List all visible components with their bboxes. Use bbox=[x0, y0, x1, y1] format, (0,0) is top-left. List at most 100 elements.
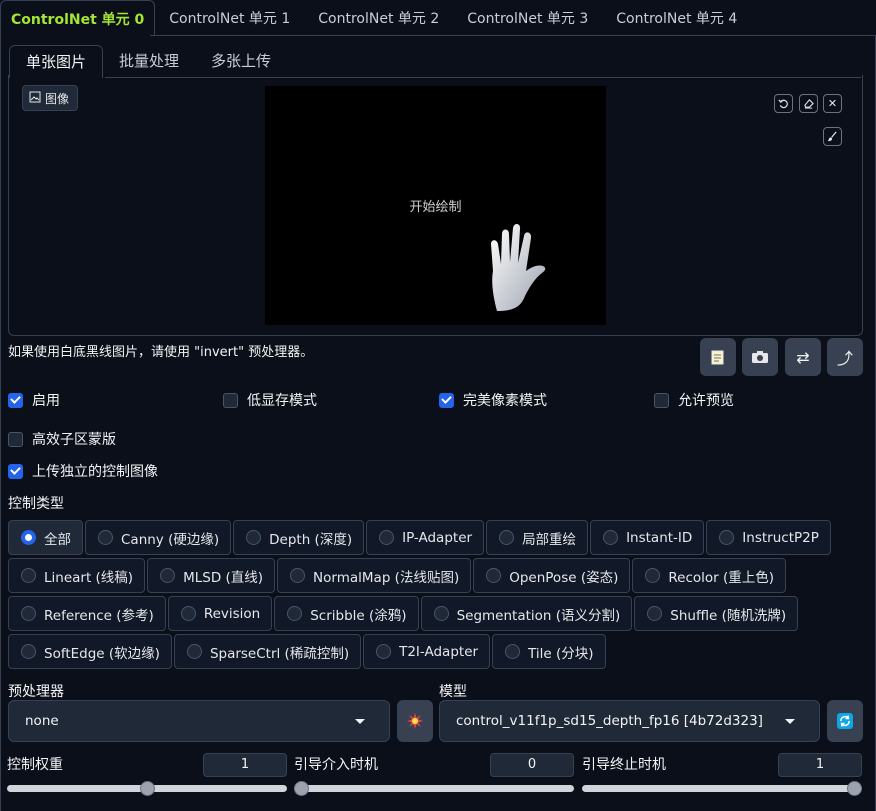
control-type-option[interactable]: SparseCtrl (稀疏控制) bbox=[173, 634, 362, 669]
control-type-option[interactable]: Instant-ID bbox=[590, 520, 705, 555]
control-type-option[interactable]: Shuffle (随机洗牌) bbox=[634, 596, 799, 631]
control-type-option[interactable]: Revision bbox=[167, 596, 273, 631]
preprocessor-select[interactable]: none bbox=[8, 700, 390, 742]
control-type-option[interactable]: 全部 bbox=[8, 520, 83, 555]
controlnet-panel: 单张图片 批量处理 多张上传 图像 开始绘制 ✕ 如果使用白底黑线图片，请使用 … bbox=[0, 35, 876, 811]
guidance-start-slider[interactable] bbox=[294, 785, 574, 792]
undo-button[interactable] bbox=[774, 94, 793, 113]
model-select[interactable]: control_v11f1p_sd15_depth_fp16 [4b72d323… bbox=[439, 700, 820, 742]
pixel-perfect-checkbox[interactable]: 完美像素模式 bbox=[439, 390, 547, 410]
control-type-option[interactable]: T2I-Adapter bbox=[363, 634, 491, 669]
radio-icon bbox=[505, 644, 521, 659]
input-mode-tabs: 单张图片 批量处理 多张上传 bbox=[9, 44, 861, 78]
send-dimensions-button[interactable]: ⤴ bbox=[827, 338, 863, 376]
camera-icon bbox=[752, 351, 768, 363]
control-weight-input[interactable]: 1 bbox=[203, 753, 287, 777]
webcam-button[interactable] bbox=[742, 338, 778, 376]
allow-preview-checkbox-box[interactable] bbox=[654, 392, 669, 408]
pixel-perfect-checkbox-box[interactable] bbox=[439, 392, 454, 408]
control-type-option[interactable]: SoftEdge (软边缘) bbox=[8, 634, 172, 669]
image-input-area[interactable]: 图像 开始绘制 ✕ bbox=[8, 75, 863, 336]
allow-preview-checkbox[interactable]: 允许预览 bbox=[654, 390, 734, 410]
upload-independent-checkbox-box[interactable] bbox=[8, 463, 23, 479]
control-type-option[interactable]: Tile (分块) bbox=[492, 634, 606, 669]
chevron-down-icon bbox=[785, 719, 795, 724]
guidance-start-input[interactable]: 0 bbox=[490, 753, 574, 777]
control-type-option[interactable]: Reference (参考) bbox=[8, 596, 166, 631]
tab-unit-2[interactable]: ControlNet 单元 2 bbox=[304, 0, 453, 36]
control-type-option[interactable]: MLSD (直线) bbox=[147, 558, 276, 593]
control-type-option[interactable]: Scribble (涂鸦) bbox=[274, 596, 419, 631]
control-type-option[interactable]: InstructP2P bbox=[706, 520, 831, 555]
enable-checkbox-label: 启用 bbox=[32, 393, 60, 409]
control-type-option-label: T2I-Adapter bbox=[399, 643, 479, 660]
mirror-webcam-button[interactable]: ⇄ bbox=[785, 338, 821, 376]
control-type-option[interactable]: 局部重绘 bbox=[486, 520, 589, 555]
control-type-row-3: Reference (参考) Revision Scribble (涂鸦) Se… bbox=[8, 596, 799, 631]
enable-checkbox-box[interactable] bbox=[8, 392, 23, 408]
tab-unit-3[interactable]: ControlNet 单元 3 bbox=[453, 0, 602, 36]
tab-unit-0[interactable]: ControlNet 单元 0 bbox=[0, 0, 156, 36]
low-vram-checkbox[interactable]: 低显存模式 bbox=[223, 390, 317, 410]
control-type-option[interactable]: Lineart (线稿) bbox=[8, 558, 146, 593]
control-type-option-label: OpenPose (姿态) bbox=[509, 569, 619, 586]
enable-checkbox[interactable]: 启用 bbox=[8, 390, 60, 410]
guidance-end-slider[interactable] bbox=[582, 785, 862, 792]
control-type-option-label: Instant-ID bbox=[626, 529, 693, 546]
tab-unit-4[interactable]: ControlNet 单元 4 bbox=[602, 0, 751, 36]
control-type-option[interactable]: IP-Adapter bbox=[366, 520, 485, 555]
explosion-icon bbox=[407, 713, 423, 729]
radio-icon bbox=[21, 606, 36, 621]
image-label: 图像 bbox=[22, 85, 79, 111]
control-type-option-label: Revision bbox=[203, 605, 261, 622]
control-type-option-label: Reference (参考) bbox=[44, 607, 154, 624]
efficient-mask-checkbox-label: 高效子区蒙版 bbox=[32, 432, 116, 448]
control-type-option-label: IP-Adapter bbox=[402, 529, 473, 546]
drawing-canvas[interactable]: 开始绘制 bbox=[265, 86, 606, 325]
control-type-label: 控制类型 bbox=[8, 496, 64, 512]
control-type-option-label: SparseCtrl (稀疏控制) bbox=[209, 645, 350, 662]
control-type-option-label: Recolor (重上色) bbox=[668, 569, 775, 586]
radio-icon bbox=[486, 568, 502, 583]
clear-button[interactable]: ✕ bbox=[823, 94, 842, 113]
radio-icon bbox=[645, 568, 661, 583]
image-icon bbox=[29, 91, 41, 106]
control-type-option[interactable]: Recolor (重上色) bbox=[632, 558, 787, 593]
control-weight-slider-thumb[interactable] bbox=[139, 781, 155, 796]
low-vram-checkbox-box[interactable] bbox=[223, 392, 238, 408]
tab-batch[interactable]: 批量处理 bbox=[103, 45, 195, 78]
up-arrow-icon: ⤴ bbox=[836, 349, 853, 368]
radio-icon bbox=[376, 644, 392, 659]
guidance-end-slider-thumb[interactable] bbox=[847, 781, 862, 796]
guidance-end-label: 引导终止时机 bbox=[582, 757, 666, 773]
radio-icon bbox=[290, 568, 306, 583]
control-type-option[interactable]: Depth (深度) bbox=[233, 520, 365, 555]
brush-button[interactable] bbox=[823, 127, 842, 146]
run-preprocessor-button[interactable] bbox=[397, 700, 433, 742]
guidance-end-input[interactable]: 1 bbox=[778, 753, 862, 777]
undo-icon bbox=[778, 99, 788, 109]
radio-icon bbox=[160, 568, 176, 583]
refresh-models-button[interactable] bbox=[827, 700, 863, 742]
eraser-button[interactable] bbox=[799, 94, 818, 113]
control-type-option[interactable]: Canny (硬边缘) bbox=[85, 520, 232, 555]
radio-icon bbox=[603, 530, 619, 545]
guidance-start-slider-thumb[interactable] bbox=[294, 781, 309, 796]
efficient-mask-checkbox-box[interactable] bbox=[8, 431, 23, 447]
upload-independent-checkbox[interactable]: 上传独立的控制图像 bbox=[8, 461, 158, 481]
efficient-mask-checkbox[interactable]: 高效子区蒙版 bbox=[8, 429, 116, 449]
radio-selected-icon bbox=[21, 530, 36, 545]
control-type-option[interactable]: NormalMap (法线贴图) bbox=[277, 558, 472, 593]
tab-multi-upload[interactable]: 多张上传 bbox=[195, 45, 287, 78]
tab-unit-1[interactable]: ControlNet 单元 1 bbox=[155, 0, 304, 36]
radio-icon bbox=[246, 530, 262, 545]
swap-arrows-icon: ⇄ bbox=[796, 347, 810, 367]
new-canvas-button[interactable] bbox=[700, 338, 736, 376]
control-type-option[interactable]: OpenPose (姿态) bbox=[473, 558, 631, 593]
tab-single-image[interactable]: 单张图片 bbox=[9, 45, 104, 78]
pixel-perfect-checkbox-label: 完美像素模式 bbox=[463, 393, 547, 409]
canvas-start-drawing-text: 开始绘制 bbox=[409, 200, 462, 215]
controlnet-unit-tabs: ControlNet 单元 0 ControlNet 单元 1 ControlN… bbox=[0, 0, 876, 36]
refresh-icon bbox=[837, 713, 853, 729]
control-type-option[interactable]: Segmentation (语义分割) bbox=[420, 596, 633, 631]
